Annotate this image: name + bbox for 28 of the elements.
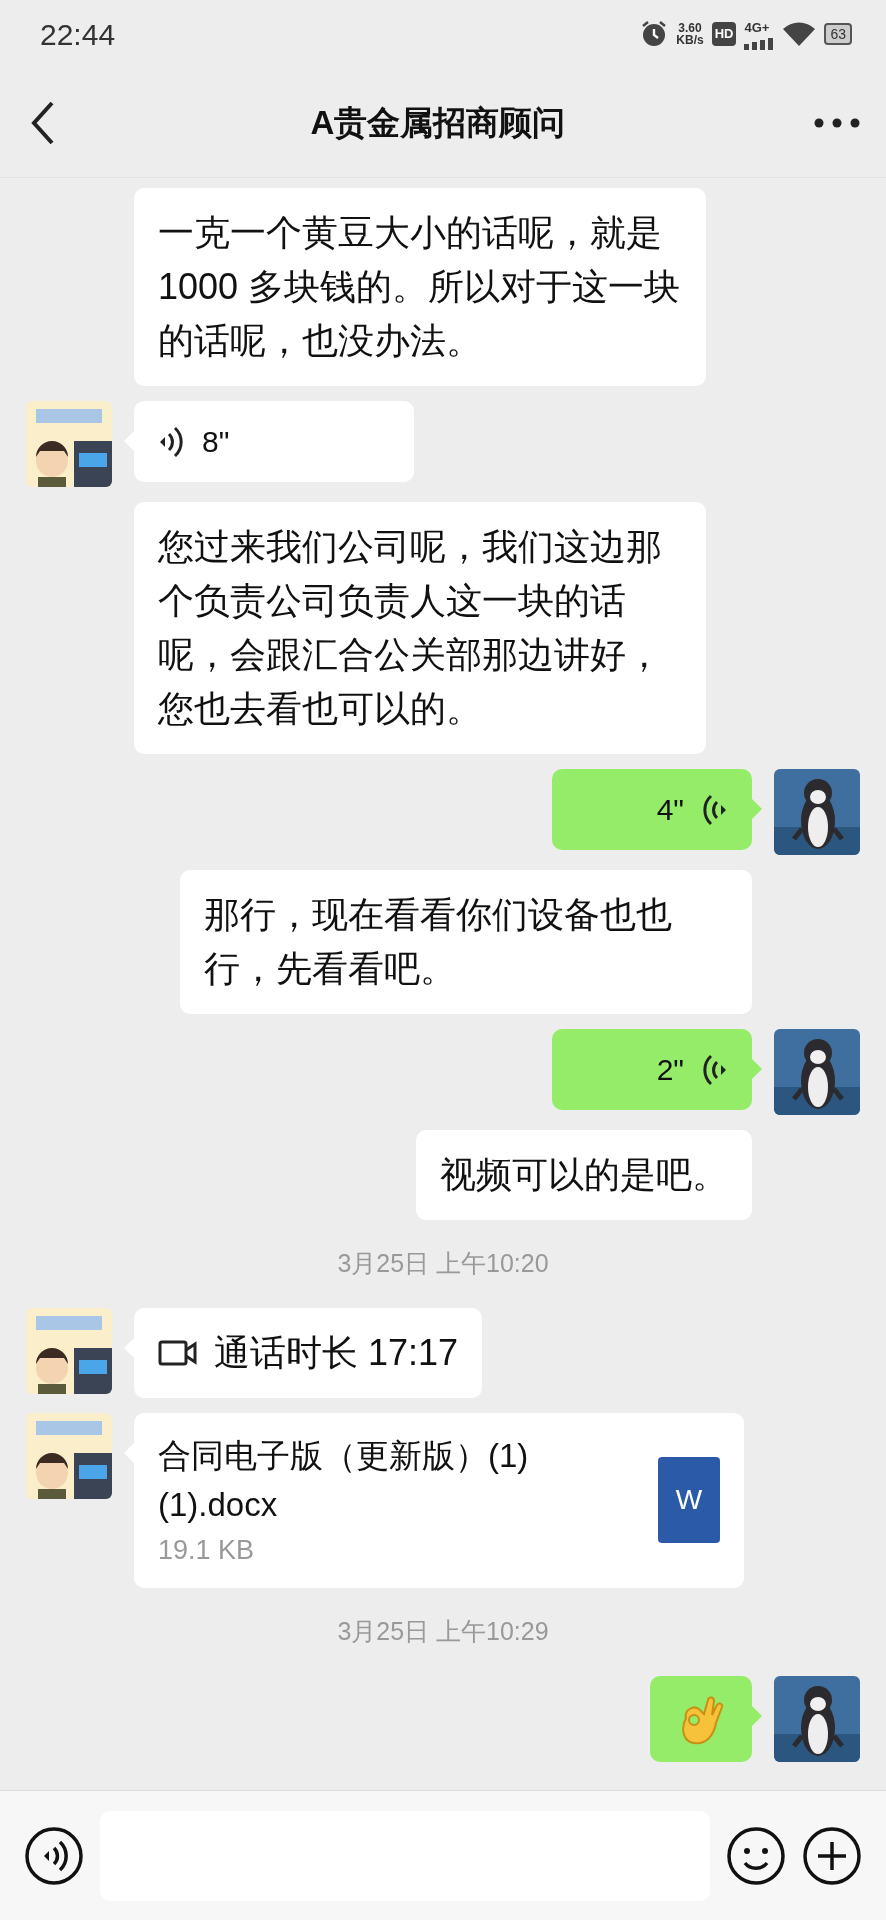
plus-icon xyxy=(802,1825,862,1886)
clock-time: 22:44 xyxy=(40,16,116,53)
hd-indicator: HD xyxy=(711,22,737,46)
chat-title: A贵金属招商顾问 xyxy=(309,102,567,143)
add-button[interactable] xyxy=(802,1825,862,1886)
network-type: 4G+ xyxy=(744,19,770,38)
file-size: 19.1 KB xyxy=(158,1533,256,1567)
network-speed: 3.60 xyxy=(677,22,703,34)
timestamp: 3月25日 上午10:29 xyxy=(336,1616,550,1647)
transcript-bubble: 您过来我们公司呢，我们这边那个负责公司负责人这一块的话呢，会跟汇合公关部那边讲好，您也去看也可以的。 xyxy=(134,502,706,754)
voice-duration: 4" xyxy=(656,792,684,828)
emoji-button[interactable] xyxy=(726,1825,786,1886)
signal-icon xyxy=(744,37,775,50)
transcript-bubble: 那行，现在看看你们设备也也行，先看看吧。 xyxy=(180,870,752,1014)
transcript-bubble: 视频可以的是吧。 xyxy=(416,1130,752,1220)
voice-mode-button[interactable] xyxy=(24,1825,84,1886)
voice-duration: 8" xyxy=(202,424,230,460)
emoji-icon xyxy=(726,1825,786,1886)
voice-duration: 2" xyxy=(656,1052,684,1088)
file-name: 合同电子版（更新版）(1)(1).docx xyxy=(158,1435,530,1525)
voice-icon xyxy=(24,1825,84,1886)
speed-unit: KB/s xyxy=(676,34,704,46)
document-icon: W xyxy=(657,1457,720,1544)
timestamp: 3月25日 上午10:20 xyxy=(336,1248,550,1279)
wifi-icon xyxy=(782,21,817,47)
battery-level: 63 xyxy=(824,23,852,45)
message-bubble: 一克一个黄豆大小的话呢，就是1000 多块钱的。所以对于这一块的话呢，也没办法。 xyxy=(134,188,706,386)
call-duration: 通话时长 17:17 xyxy=(214,1330,459,1375)
